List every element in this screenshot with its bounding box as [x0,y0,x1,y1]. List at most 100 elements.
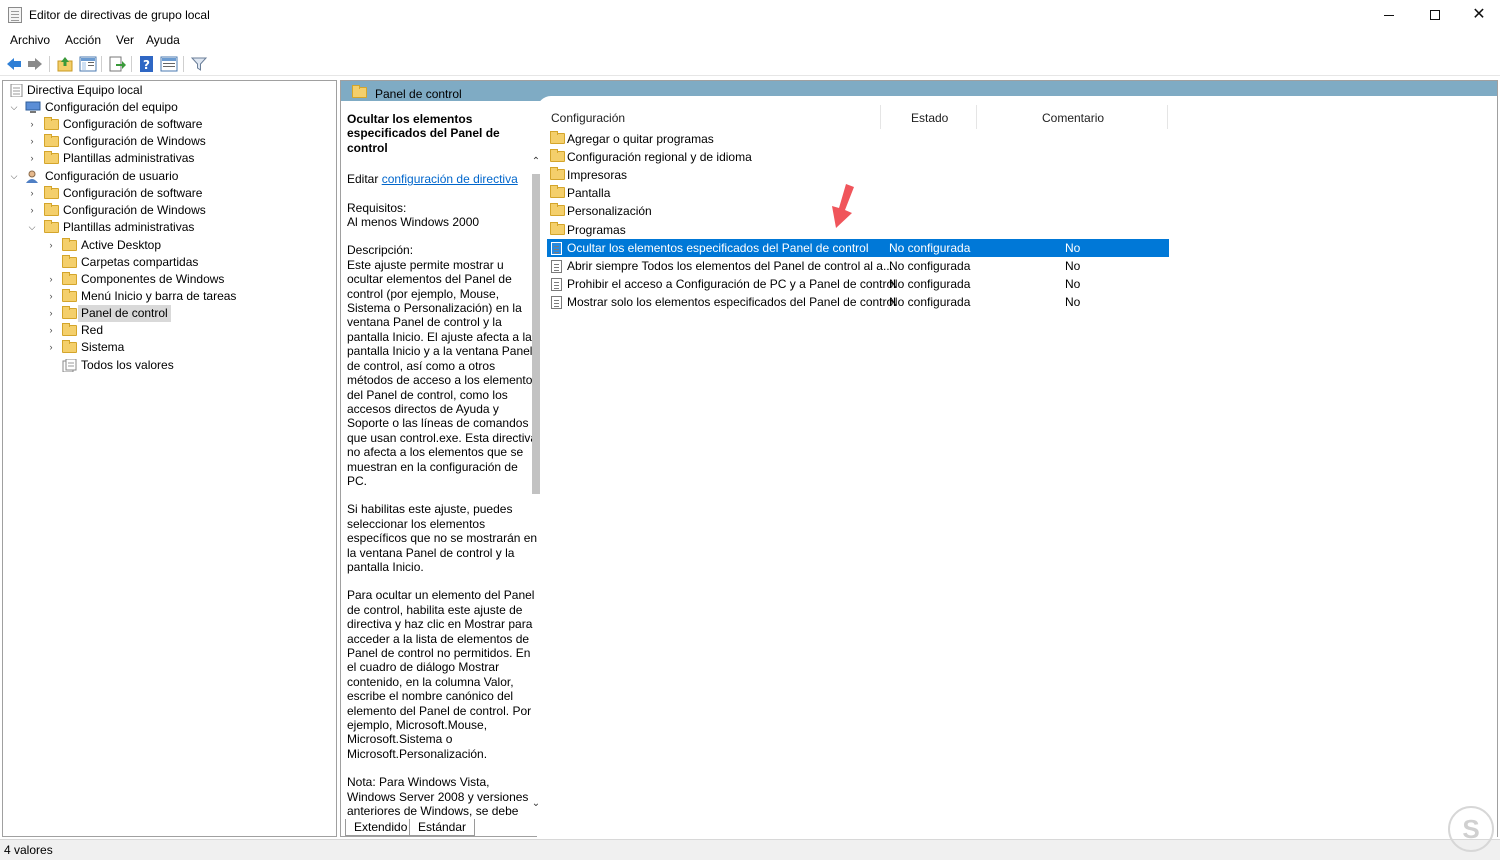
tab-estandar[interactable]: Estándar [409,819,476,836]
description-paragraph-2: Si habilitas este ajuste, puedes selecci… [347,502,538,574]
scrollbar-thumb[interactable] [532,174,540,494]
chevron-right-icon[interactable]: › [46,339,56,356]
close-button[interactable]: ✕ [1456,0,1500,30]
tab-extendido[interactable]: Extendido [345,819,417,836]
folder-icon [550,185,565,198]
edit-line: Editar configuración de directiva [347,172,518,187]
folder-icon [352,85,367,98]
folder-icon [550,167,565,180]
description-paragraph-1: Este ajuste permite mostrar u ocultar el… [347,257,539,488]
folder-icon [62,323,77,336]
folder-icon [550,131,565,144]
menu-accion[interactable]: Acción [65,33,101,47]
folder-icon [62,289,77,302]
folder-icon [62,255,77,268]
chevron-down-icon[interactable]: ⌵ [27,219,37,236]
folder-icon [550,222,565,235]
folder-icon [44,117,59,130]
toolbar-separator [101,56,102,72]
user-icon [26,170,38,183]
close-icon: ✕ [1472,6,1486,23]
chevron-down-icon[interactable]: ⌄ [530,798,542,810]
folder-icon [44,151,59,164]
list-item-folder[interactable]: Agregar o quitar programas [547,130,1169,148]
toolbar-separator [49,56,50,72]
description-label: Descripción: [347,243,414,258]
app-icon [8,7,22,23]
column-configuracion[interactable]: Configuración [551,111,625,125]
requirements-value: Al menos Windows 2000 [347,215,480,230]
filter-icon[interactable] [190,55,208,73]
chevron-right-icon[interactable]: › [46,322,56,339]
status-text: 4 valores [4,843,53,857]
maximize-icon [1430,10,1440,21]
folder-icon [44,220,59,233]
menu-archivo[interactable]: Archivo [10,33,50,47]
back-icon[interactable] [5,55,23,73]
list-item-folder[interactable]: Impresoras [547,166,1169,184]
column-estado[interactable]: Estado [911,111,948,125]
description-panel: Ocultar los elementos especificados del … [347,112,539,818]
chevron-right-icon[interactable]: › [46,271,56,288]
menu-bar: Archivo Acción Ver Ayuda [0,31,1500,51]
title-bar: Editor de directivas de grupo local ✕ [0,0,1500,30]
chevron-right-icon[interactable]: › [27,116,37,133]
watermark-logo-icon: S [1448,806,1494,852]
chevron-right-icon[interactable]: › [27,133,37,150]
folder-icon [44,186,59,199]
maximize-button[interactable] [1412,0,1458,30]
chevron-right-icon[interactable]: › [27,150,37,167]
list-item-folder[interactable]: Pantalla [547,184,1169,202]
folder-icon [62,272,77,285]
folder-icon [62,340,77,353]
setting-row-selected[interactable]: Ocultar los elementos especificados del … [547,239,1169,257]
chevron-right-icon[interactable]: › [46,237,56,254]
properties-icon[interactable] [160,55,178,73]
toolbar: ? [0,52,1500,76]
description-paragraph-4: Nota: Para Windows Vista, Windows Server… [347,775,529,819]
all-settings-icon [62,359,77,372]
setting-row[interactable]: Mostrar solo los elementos especificados… [547,293,1169,311]
column-separator[interactable] [880,105,881,129]
view-tabs: Extendido Estándar [341,819,541,837]
help-icon[interactable]: ? [138,55,156,73]
chevron-right-icon[interactable]: › [46,288,56,305]
computer-icon [25,101,41,113]
list-item-folder[interactable]: Programas [547,221,1169,239]
column-comentario[interactable]: Comentario [1042,111,1104,125]
show-hide-tree-icon[interactable] [79,55,97,73]
forward-icon[interactable] [26,55,44,73]
folder-icon [550,203,565,216]
setting-icon [551,260,562,273]
chevron-right-icon[interactable]: › [27,185,37,202]
details-pane: Panel de control Ocultar los elementos e… [340,80,1498,838]
chevron-up-icon[interactable]: ⌃ [530,156,542,168]
tree-pane[interactable]: Directiva Equipo local ⌵ Configuración d… [2,80,337,837]
menu-ver[interactable]: Ver [116,33,134,47]
folder-icon [44,134,59,147]
chevron-down-icon[interactable]: ⌵ [9,168,19,185]
minimize-icon [1384,14,1394,16]
status-bar: 4 valores [0,839,1500,860]
description-paragraph-3: Para ocultar un elemento del Panel de co… [347,588,535,761]
chevron-right-icon[interactable]: › [46,305,56,322]
chevron-down-icon[interactable]: ⌵ [9,99,19,116]
policy-document-icon [10,84,23,97]
setting-row[interactable]: Prohibir el acceso a Configuración de PC… [547,275,1169,293]
up-folder-icon[interactable] [56,55,74,73]
edit-policy-link[interactable]: configuración de directiva [382,172,518,186]
list-item-folder[interactable]: Personalización [547,202,1169,220]
export-list-icon[interactable] [108,55,126,73]
column-separator[interactable] [976,105,977,129]
list-item-folder[interactable]: Configuración regional y de idioma [547,148,1169,166]
minimize-button[interactable] [1366,0,1412,30]
menu-ayuda[interactable]: Ayuda [146,33,180,47]
description-scrollbar[interactable]: ⌃ ⌄ [528,154,544,814]
column-separator[interactable] [1167,105,1168,129]
requirements-label: Requisitos: [347,200,407,215]
chevron-right-icon[interactable]: › [27,202,37,219]
header-title: Panel de control [375,87,462,101]
folder-icon [44,203,59,216]
folder-icon [62,238,77,251]
setting-row[interactable]: Abrir siempre Todos los elementos del Pa… [547,257,1169,275]
